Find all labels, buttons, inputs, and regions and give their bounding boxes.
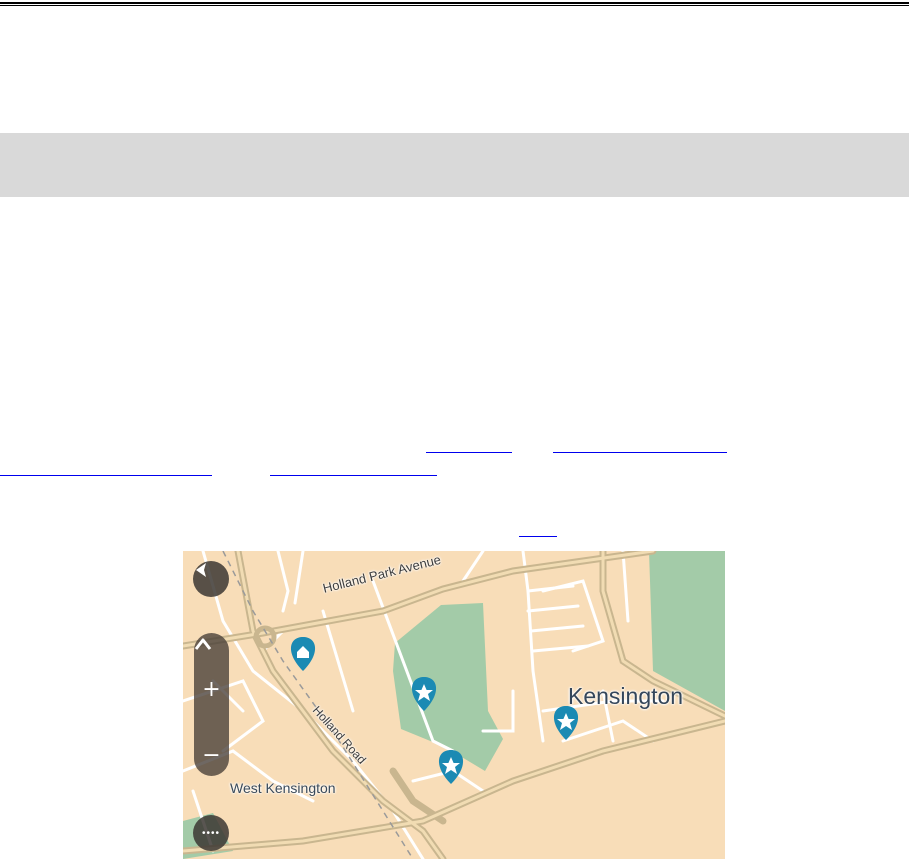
district-label-kensington: Kensington xyxy=(568,683,684,709)
home-pin xyxy=(290,637,316,671)
favourite-pin xyxy=(553,706,579,740)
park-area xyxy=(393,603,503,771)
favourite-pin xyxy=(438,750,464,784)
top-rule xyxy=(0,2,909,6)
area-label-west-kensington: West Kensington xyxy=(230,780,336,796)
zoom-out-button[interactable]: − xyxy=(194,739,229,773)
doc-link-5[interactable] xyxy=(519,536,557,537)
compass-arrow-icon xyxy=(194,638,212,650)
map-view[interactable]: Holland Park Avenue Holland Road Kensing… xyxy=(183,551,725,859)
zoom-control: + − xyxy=(194,633,229,776)
main-menu-button[interactable]: •••• xyxy=(193,815,229,851)
zoom-in-button[interactable]: + xyxy=(194,673,229,707)
doc-link-2[interactable] xyxy=(553,452,727,453)
compass-button[interactable] xyxy=(194,637,229,671)
back-arrow-icon xyxy=(196,563,206,577)
shaded-heading-band xyxy=(0,133,909,197)
doc-link-3[interactable] xyxy=(0,475,212,476)
doc-link-4[interactable] xyxy=(270,475,437,476)
back-button[interactable] xyxy=(193,561,229,597)
more-dots-icon: •••• xyxy=(201,827,220,839)
doc-link-1[interactable] xyxy=(426,452,512,453)
